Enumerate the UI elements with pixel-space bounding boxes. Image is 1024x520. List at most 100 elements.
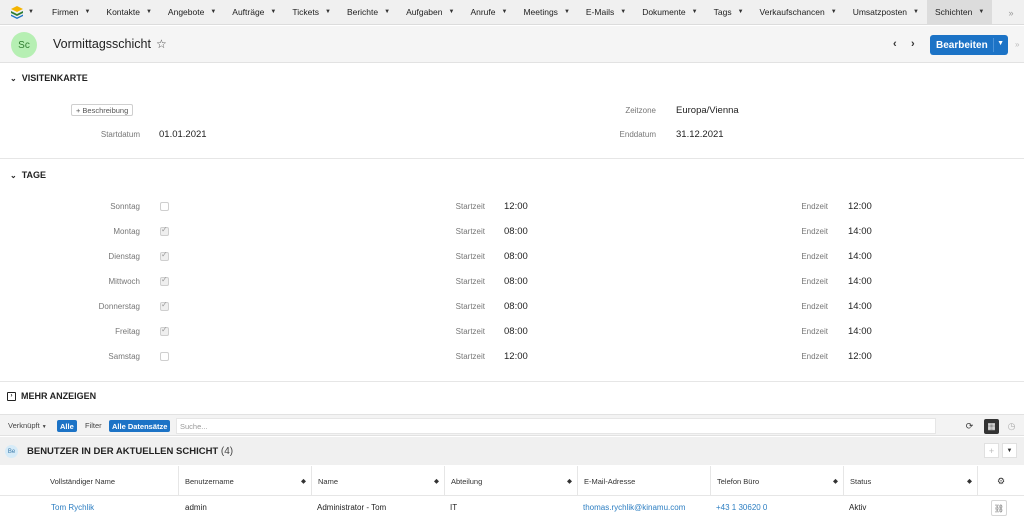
column-header-department[interactable]: Abteilung ◆: [444, 466, 577, 496]
expand-icon: ›: [7, 391, 16, 401]
chevron-double-right-icon[interactable]: »: [998, 0, 1024, 25]
nav-emails[interactable]: E-Mails ▼: [578, 0, 634, 25]
table-view-icon[interactable]: ▦: [984, 419, 999, 434]
cell-phone[interactable]: +43 1 30620 0: [716, 503, 767, 512]
record-header: Sc Vormittagsschicht ☆ ‹ › Bearbeiten ▼ …: [0, 26, 1024, 63]
subpanel-title: BENUTZER IN DER AKTUELLEN SCHICHT (4): [27, 446, 234, 457]
endzeit-value: 12:00: [848, 351, 872, 362]
plus-icon[interactable]: +: [984, 443, 999, 458]
day-label: Mittwoch: [108, 277, 140, 286]
table-row: Tom Rychlik admin Administrator - Tom IT…: [0, 497, 1024, 520]
column-header-full-name[interactable]: Vollständiger Name: [44, 466, 178, 496]
nav-umsatzposten[interactable]: Umsatzposten ▼: [845, 0, 927, 25]
sort-icon: ◆: [833, 478, 838, 485]
chevron-down-icon: ▼: [737, 9, 744, 15]
add-description-button[interactable]: + Beschreibung: [71, 104, 134, 116]
nav-aufgaben[interactable]: Aufgaben ▼: [398, 0, 462, 25]
chevron-down-icon: ▼: [270, 9, 277, 15]
cell-full-name[interactable]: Tom Rychlik: [51, 503, 94, 512]
unlink-icon[interactable]: ⛓: [991, 500, 1007, 516]
page-title: Vormittagsschicht: [53, 37, 151, 51]
nav-tags[interactable]: Tags ▼: [706, 0, 752, 25]
table-header: Vollständiger Name Benutzername ◆ Name ◆ A…: [0, 466, 1024, 496]
chevron-down-icon: ▼: [210, 9, 217, 15]
startzeit-label: Startzeit: [455, 227, 485, 236]
column-header-email[interactable]: E-Mail-Adresse: [577, 466, 710, 496]
day-label: Montag: [113, 227, 140, 236]
endzeit-value: 14:00: [848, 326, 872, 337]
day-checkbox: [160, 300, 169, 311]
chevron-down-icon: ▼: [830, 9, 837, 15]
chevron-down-icon: ▼: [563, 9, 570, 15]
nav-meetings[interactable]: Meetings ▼: [515, 0, 577, 25]
refresh-icon[interactable]: ⟳: [962, 419, 977, 434]
startzeit-value: 12:00: [504, 351, 528, 362]
nav-firmen[interactable]: Firmen ▼: [44, 0, 98, 25]
startzeit-value: 08:00: [504, 226, 528, 237]
edit-button[interactable]: Bearbeiten ▼: [930, 35, 1008, 55]
gear-icon[interactable]: ⚙: [997, 476, 1005, 487]
linked-filter-dropdown[interactable]: Verknüpft ▼: [8, 421, 47, 430]
app-logo[interactable]: ▼: [0, 0, 44, 25]
filter-bar: Verknüpft ▼ Alle Filter Alle Datensätze …: [0, 414, 1024, 436]
show-more-link[interactable]: › MEHR ANZEIGEN: [7, 391, 96, 401]
startzeit-value: 08:00: [504, 326, 528, 337]
search-input[interactable]: Suche...: [176, 418, 936, 434]
avatar: Sc: [11, 32, 37, 58]
nav-schichten[interactable]: Schichten ▼: [927, 0, 993, 25]
column-header-status[interactable]: Status ◆: [843, 466, 977, 496]
chevron-down-icon[interactable]: ▼: [1002, 443, 1017, 458]
enddatum-value: 31.12.2021: [676, 129, 724, 140]
filter-value[interactable]: Alle Datensätze: [109, 420, 171, 432]
day-checkbox: [160, 202, 169, 211]
star-icon[interactable]: ☆: [156, 37, 167, 51]
sort-icon: ◆: [434, 478, 439, 485]
section-tage[interactable]: ⌄ TAGE: [10, 170, 46, 180]
endzeit-value: 14:00: [848, 276, 872, 287]
nav-kontakte[interactable]: Kontakte ▼: [98, 0, 160, 25]
nav-berichte[interactable]: Berichte ▼: [339, 0, 398, 25]
column-header-username[interactable]: Benutzername ◆: [178, 466, 311, 496]
chevron-down-icon: ▼: [41, 424, 47, 430]
divider: [0, 158, 1024, 159]
chevron-down-icon: ▼: [913, 9, 919, 15]
endzeit-value: 12:00: [848, 201, 872, 212]
nav-angebote[interactable]: Angebote ▼: [160, 0, 224, 25]
linked-filter-value[interactable]: Alle: [57, 420, 77, 432]
chevron-down-icon[interactable]: ▼: [997, 40, 1004, 47]
startdatum-value: 01.01.2021: [159, 129, 207, 140]
sort-icon: ◆: [967, 478, 972, 485]
sort-icon: ◆: [567, 478, 572, 485]
filter-label: Filter: [85, 421, 102, 430]
nav-tickets[interactable]: Tickets ▼: [284, 0, 339, 25]
day-checkbox: [160, 250, 169, 261]
clock-icon[interactable]: ◷: [1004, 419, 1019, 434]
endzeit-label: Endzeit: [801, 252, 828, 261]
column-settings: ⚙: [977, 466, 1024, 496]
nav-auftraege[interactable]: Aufträge ▼: [224, 0, 284, 25]
cell-email[interactable]: thomas.rychlik@kinamu.com: [583, 503, 685, 512]
cell-username: admin: [185, 503, 207, 512]
column-header-name[interactable]: Name ◆: [311, 466, 444, 496]
nav-dokumente[interactable]: Dokumente ▼: [634, 0, 705, 25]
nav-verkaufschancen[interactable]: Verkaufschancen ▼: [752, 0, 845, 25]
endzeit-value: 14:00: [848, 251, 872, 262]
endzeit-label: Endzeit: [801, 227, 828, 236]
nav-anrufe[interactable]: Anrufe ▼: [462, 0, 515, 25]
column-header-phone[interactable]: Telefon Büro ◆: [710, 466, 843, 496]
day-checkbox: [160, 225, 169, 236]
startdatum-label: Startdatum: [100, 130, 140, 139]
stack-logo-icon: [11, 6, 24, 19]
chevron-down-icon: ▼: [620, 9, 627, 15]
day-checkbox: [160, 275, 169, 286]
startzeit-label: Startzeit: [455, 327, 485, 336]
endzeit-value: 14:00: [848, 226, 872, 237]
zeitzone-label: Zeitzone: [625, 106, 656, 115]
section-visitenkarte[interactable]: ⌄ VISITENKARTE: [10, 73, 88, 83]
day-label: Samstag: [108, 352, 140, 361]
chevron-left-icon[interactable]: ‹: [893, 38, 897, 50]
chevron-double-right-icon[interactable]: »: [1015, 40, 1019, 49]
endzeit-label: Endzeit: [801, 352, 828, 361]
chevron-down-icon: ▼: [28, 9, 34, 15]
chevron-right-icon[interactable]: ›: [911, 38, 915, 50]
